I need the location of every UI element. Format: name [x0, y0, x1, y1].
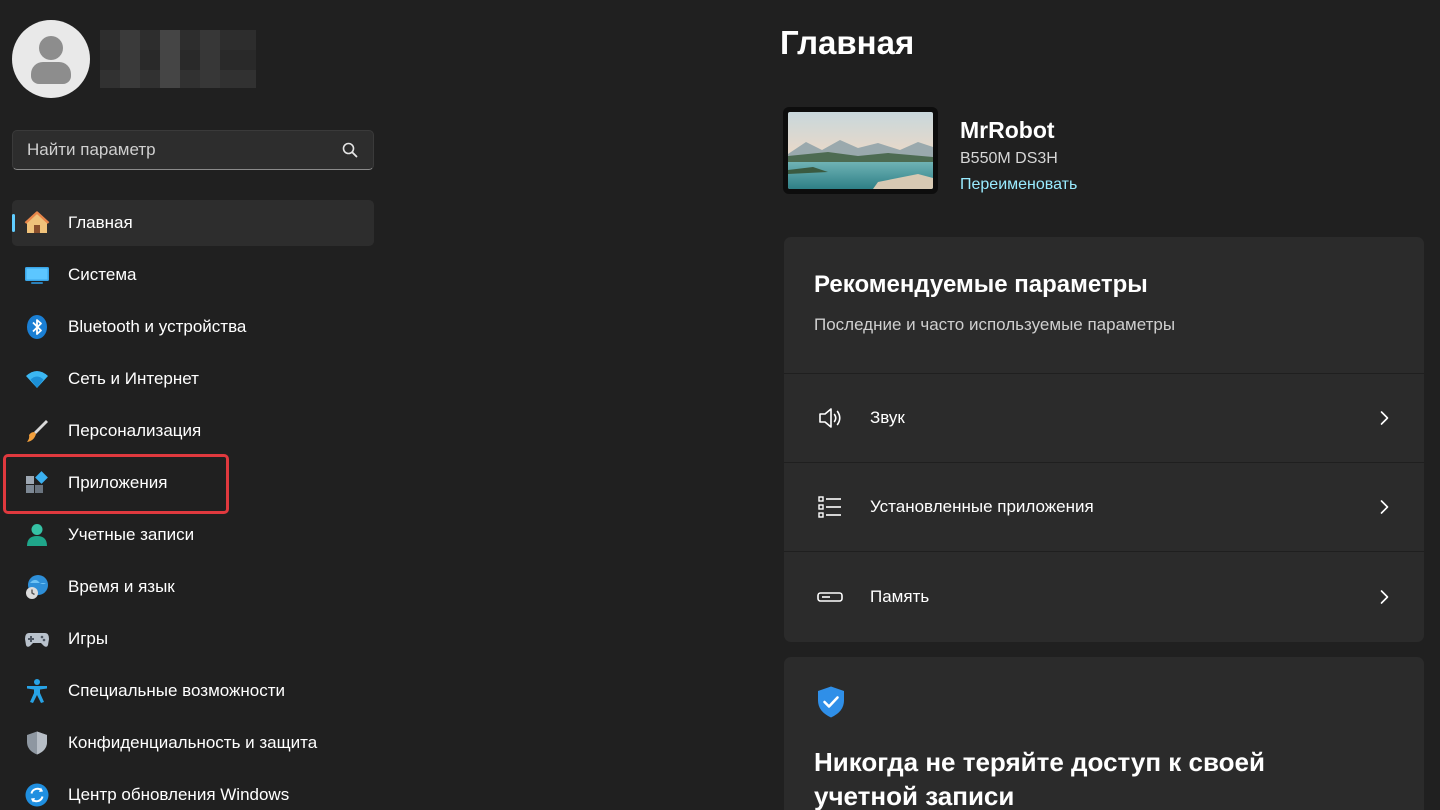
row-label: Память: [870, 586, 930, 606]
sidebar-item-time-language[interactable]: Время и язык: [12, 564, 374, 610]
user-profile[interactable]: [12, 20, 256, 98]
sidebar: Найти параметр Главная Система Bluetooth…: [0, 0, 390, 810]
sidebar-item-label: Конфиденциальность и защита: [68, 733, 318, 752]
recommended-subtitle: Последние и часто используемые параметры: [814, 315, 1176, 334]
recommended-row-installed-apps[interactable]: Установленные приложения: [784, 463, 1424, 552]
sidebar-item-label: Игры: [68, 629, 109, 648]
monitor-icon: [24, 262, 50, 288]
recommended-row-storage[interactable]: Память: [784, 552, 1424, 641]
sidebar-item-bluetooth[interactable]: Bluetooth и устройства: [12, 304, 374, 350]
chevron-right-icon: [1376, 410, 1392, 426]
search-icon[interactable]: [341, 141, 359, 159]
shield-icon: [24, 730, 50, 756]
sidebar-item-windows-update[interactable]: Центр обновления Windows: [12, 772, 374, 810]
shield-check-icon: [814, 685, 848, 724]
device-header: MrRobot B550M DS3H Переименовать: [783, 107, 1077, 194]
sidebar-item-gaming[interactable]: Игры: [12, 616, 374, 662]
blurred-user-name: [100, 30, 256, 88]
nav-menu: Главная Система Bluetooth и устройства С…: [12, 200, 374, 810]
rename-link[interactable]: Переименовать: [960, 176, 1077, 194]
sidebar-item-apps[interactable]: Приложения: [12, 460, 374, 506]
sidebar-item-accounts[interactable]: Учетные записи: [12, 512, 374, 558]
sidebar-item-label: Персонализация: [68, 421, 202, 440]
main-content: Главная MrRobot B550M DS3H Переименовать…: [780, 0, 1440, 810]
recommended-row-sound[interactable]: Звук: [784, 374, 1424, 463]
row-label: Звук: [870, 408, 905, 427]
globe-clock-icon: [24, 574, 50, 600]
sidebar-item-personalization[interactable]: Персонализация: [12, 408, 374, 454]
account-security-card: Никогда не теряйте доступ к своей учетно…: [784, 657, 1424, 810]
apps-icon: [24, 470, 50, 496]
accessibility-icon: [24, 678, 50, 704]
recommended-title: Рекомендуемые параметры: [814, 271, 1148, 298]
sidebar-item-system[interactable]: Система: [12, 252, 374, 298]
sidebar-item-label: Центр обновления Windows: [68, 785, 290, 804]
sidebar-item-label: Специальные возможности: [68, 681, 286, 700]
sidebar-item-privacy[interactable]: Конфиденциальность и защита: [12, 720, 374, 766]
chevron-right-icon: [1376, 499, 1392, 515]
sidebar-item-label: Сеть и Интернет: [68, 369, 199, 388]
device-name: MrRobot: [960, 117, 1055, 143]
recommended-settings-card: Рекомендуемые параметры Последние и част…: [784, 237, 1424, 642]
sidebar-item-label: Система: [68, 265, 137, 284]
speaker-icon: [816, 404, 844, 432]
update-icon: [24, 782, 50, 808]
row-label: Установленные приложения: [870, 497, 1094, 516]
account-security-title: Никогда не теряйте доступ к своей учетно…: [814, 747, 1265, 810]
gamepad-icon: [24, 626, 50, 652]
sidebar-item-label: Bluetooth и устройства: [68, 317, 247, 336]
list-icon: [816, 493, 844, 521]
wifi-icon: [24, 366, 50, 392]
chevron-right-icon: [1376, 589, 1392, 605]
avatar[interactable]: [12, 20, 90, 98]
recommended-header: Рекомендуемые параметры Последние и част…: [784, 237, 1424, 374]
sidebar-item-label: Главная: [68, 213, 133, 232]
home-icon: [24, 210, 50, 236]
sidebar-item-label: Учетные записи: [68, 525, 195, 544]
person-icon: [24, 522, 50, 548]
sidebar-item-home[interactable]: Главная: [12, 200, 374, 246]
sidebar-item-accessibility[interactable]: Специальные возможности: [12, 668, 374, 714]
device-info: MrRobot B550M DS3H Переименовать: [960, 107, 1077, 194]
storage-icon: [816, 583, 844, 611]
sidebar-item-label: Время и язык: [68, 577, 175, 596]
desktop-wallpaper-thumbnail[interactable]: [783, 107, 938, 194]
page-title: Главная: [780, 24, 915, 61]
device-model: B550M DS3H: [960, 150, 1058, 167]
brush-icon: [24, 418, 50, 444]
search-input[interactable]: Найти параметр: [12, 130, 374, 170]
bluetooth-icon: [24, 314, 50, 340]
sidebar-item-network[interactable]: Сеть и Интернет: [12, 356, 374, 402]
search-placeholder: Найти параметр: [27, 140, 156, 159]
sidebar-item-label: Приложения: [68, 473, 168, 492]
